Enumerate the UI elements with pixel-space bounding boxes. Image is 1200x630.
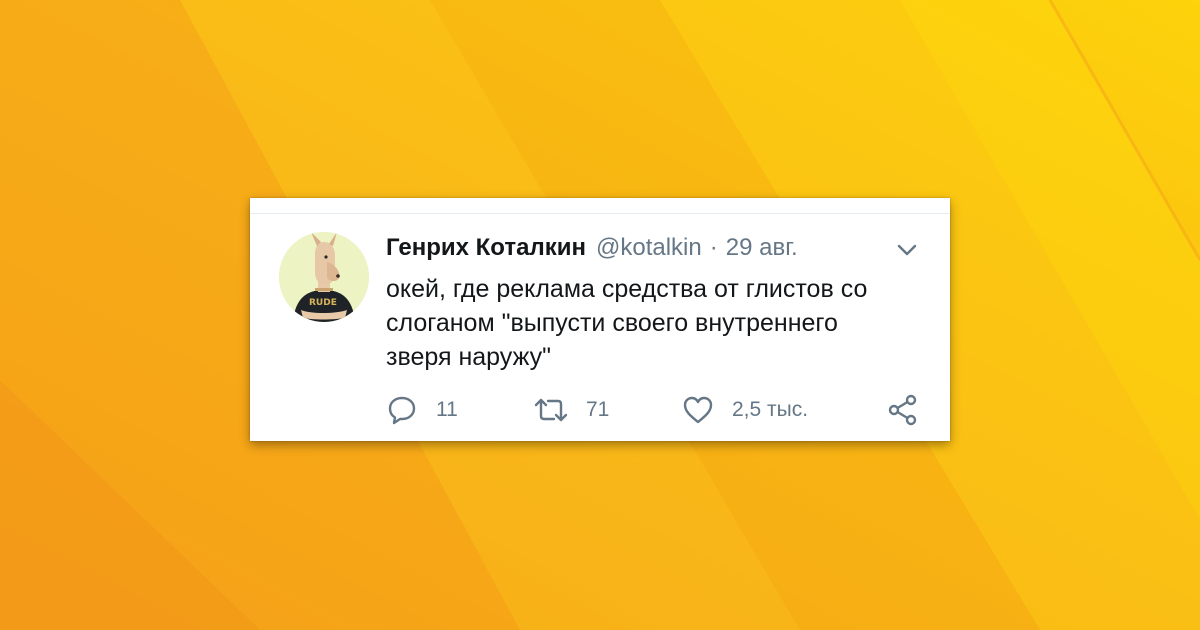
reply-count: 11 bbox=[436, 398, 458, 421]
tweet-card[interactable]: RUDE Генрих Коталкин @kotalkin · 29 авг.… bbox=[250, 198, 950, 441]
tweet-header: Генрих Коталкин @kotalkin · 29 авг. bbox=[386, 234, 798, 262]
reply-icon bbox=[386, 394, 418, 426]
reply-button[interactable]: 11 bbox=[386, 392, 458, 428]
divider bbox=[250, 213, 950, 214]
retweet-count: 71 bbox=[586, 398, 610, 421]
avatar-illustration: RUDE bbox=[279, 232, 369, 322]
like-count: 2,5 тыс. bbox=[732, 398, 809, 421]
tweet-text: окей, где реклама средства от глистов со… bbox=[386, 275, 868, 371]
separator-dot: · bbox=[709, 234, 718, 261]
avatar[interactable]: RUDE bbox=[279, 232, 369, 322]
share-icon bbox=[886, 393, 920, 427]
retweet-icon bbox=[534, 394, 568, 426]
author-name[interactable]: Генрих Коталкин bbox=[386, 234, 586, 262]
like-button[interactable]: 2,5 тыс. bbox=[682, 392, 808, 428]
tweet-date[interactable]: 29 авг. bbox=[726, 234, 798, 262]
svg-text:RUDE: RUDE bbox=[309, 298, 337, 308]
retweet-button[interactable]: 71 bbox=[534, 392, 609, 428]
heart-icon bbox=[682, 394, 714, 426]
share-button[interactable] bbox=[886, 392, 920, 428]
author-handle[interactable]: @kotalkin bbox=[596, 234, 702, 262]
chevron-down-icon[interactable] bbox=[895, 238, 919, 262]
tweet-actions: 11 71 2,5 тыс. bbox=[386, 392, 926, 428]
